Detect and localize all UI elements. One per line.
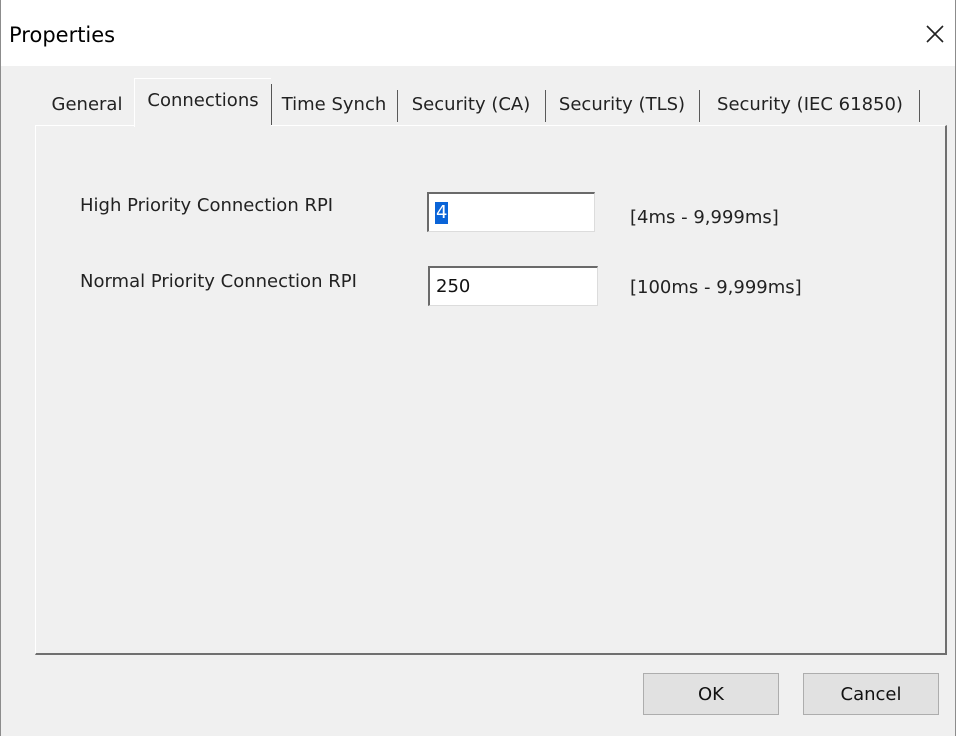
tab-general[interactable]: General (41, 84, 133, 126)
tab-security-tls[interactable]: Security (TLS) (547, 84, 697, 126)
close-button[interactable] (915, 14, 955, 54)
tab-time-synch-label: Time Synch (281, 94, 387, 115)
tab-general-label: General (51, 94, 123, 115)
high-priority-rpi-range: [4ms - 9,999ms] (630, 207, 779, 228)
normal-priority-rpi-input[interactable]: 250 (428, 266, 598, 306)
close-icon (926, 25, 944, 43)
normal-priority-rpi-value: 250 (436, 276, 471, 297)
high-priority-rpi-label: High Priority Connection RPI (80, 195, 334, 216)
title-bar: Properties (1, 0, 955, 66)
cancel-button-label: Cancel (840, 683, 902, 705)
tab-separator (271, 84, 272, 126)
high-priority-rpi-value: 4 (435, 201, 449, 224)
connections-tab-panel: High Priority Connection RPI 4 [4ms - 9,… (35, 125, 947, 655)
tab-separator (699, 90, 700, 122)
tab-time-synch[interactable]: Time Synch (273, 84, 395, 126)
normal-priority-rpi-range: [100ms - 9,999ms] (630, 277, 802, 298)
tab-separator (545, 90, 546, 122)
high-priority-rpi-input[interactable]: 4 (427, 192, 595, 232)
tab-connections-label: Connections (147, 90, 259, 111)
properties-dialog: Properties General Connections Time Sync… (0, 0, 956, 736)
tab-separator (397, 90, 398, 122)
tab-security-ca[interactable]: Security (CA) (399, 84, 543, 126)
ok-button-label: OK (698, 683, 724, 705)
window-title: Properties (9, 23, 116, 47)
normal-priority-rpi-label: Normal Priority Connection RPI (80, 271, 357, 292)
tab-security-ca-label: Security (CA) (411, 94, 531, 115)
tab-separator (919, 90, 920, 122)
tab-security-iec-61850-label: Security (IEC 61850) (717, 94, 903, 115)
cancel-button[interactable]: Cancel (803, 673, 939, 715)
tab-connections[interactable]: Connections (134, 78, 271, 127)
tab-security-iec-61850[interactable]: Security (IEC 61850) (701, 84, 919, 126)
ok-button[interactable]: OK (643, 673, 779, 715)
tab-security-tls-label: Security (TLS) (558, 94, 686, 115)
